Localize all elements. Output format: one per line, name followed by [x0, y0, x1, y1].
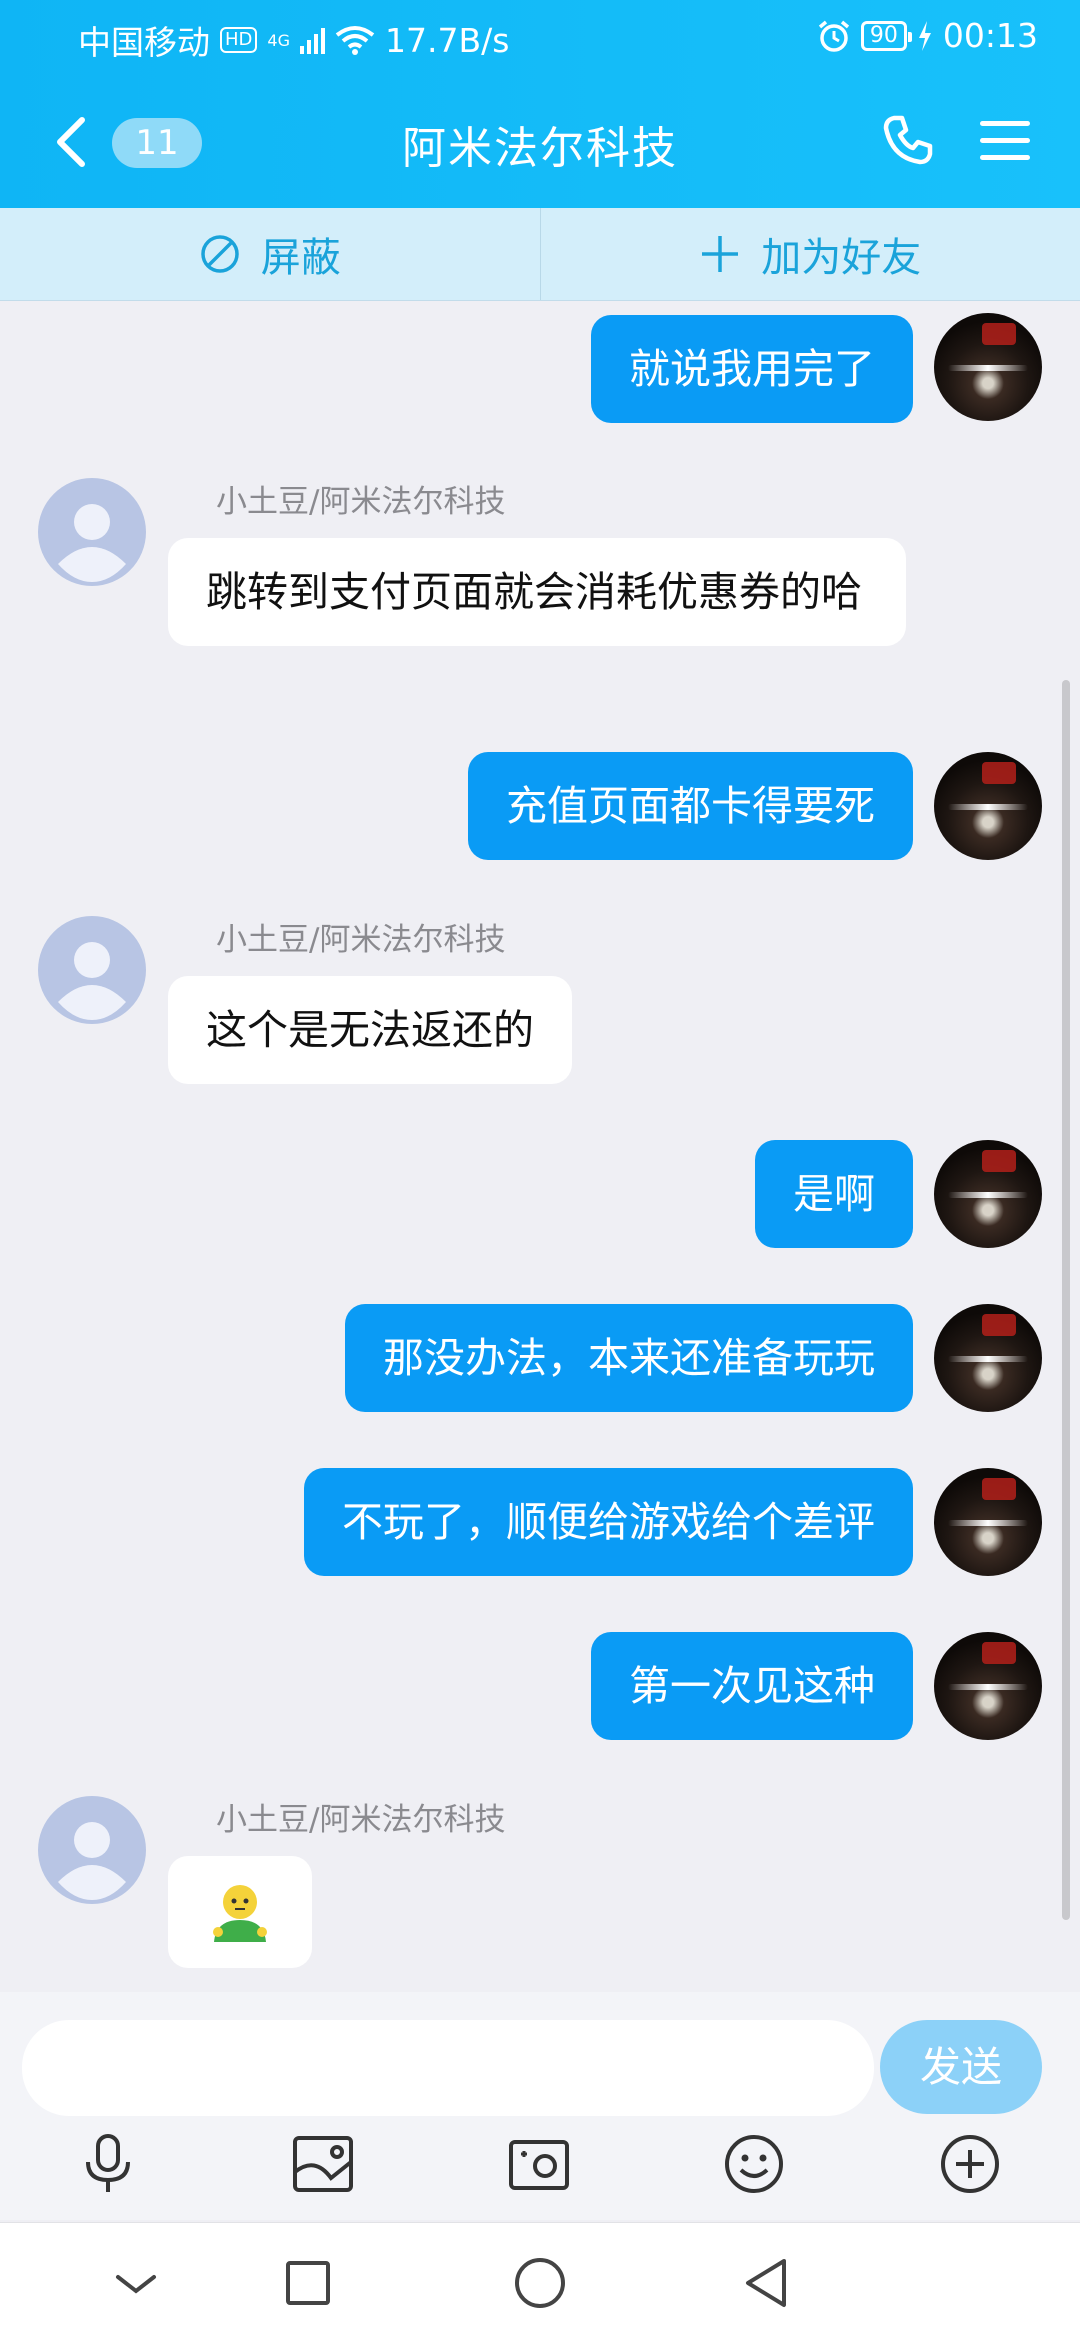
my-avatar[interactable]	[934, 752, 1042, 860]
contact-avatar[interactable]	[38, 916, 146, 1024]
carrier-label: 中国移动	[78, 16, 210, 64]
sender-name: 小土豆/阿米法尔科技	[216, 1794, 505, 1839]
incoming-message[interactable]: 跳转到支付页面就会消耗优惠券的哈	[168, 538, 906, 646]
clock: 00:13	[943, 16, 1038, 55]
incoming-message[interactable]: 这个是无法返还的	[168, 976, 572, 1084]
contact-avatar[interactable]	[38, 478, 146, 586]
network-type: 4G	[267, 31, 290, 50]
my-avatar[interactable]	[934, 1304, 1042, 1412]
alarm-icon	[817, 19, 851, 53]
menu-icon[interactable]	[978, 118, 1032, 164]
status-bar: 中国移动 HD 4G 17.7B/s 90 00:13	[0, 0, 1080, 72]
battery-icon: 90	[861, 21, 907, 51]
network-speed: 17.7B/s	[385, 21, 509, 60]
nav-bar: 11 阿米法尔科技	[0, 92, 1080, 192]
plus-icon	[699, 233, 741, 275]
emoji-icon[interactable]	[722, 2132, 786, 2196]
stranger-action-bar: 屏蔽 加为好友	[0, 208, 1080, 301]
more-plus-icon[interactable]	[938, 2132, 1002, 2196]
my-avatar[interactable]	[934, 313, 1042, 421]
add-friend-button[interactable]: 加为好友	[541, 208, 1080, 300]
wifi-icon	[335, 25, 375, 55]
incoming-sticker-message[interactable]	[168, 1856, 312, 1968]
my-avatar[interactable]	[934, 1468, 1042, 1576]
add-friend-label: 加为好友	[761, 225, 921, 283]
outgoing-message[interactable]: 第一次见这种	[591, 1632, 913, 1740]
back-triangle-icon[interactable]	[738, 2253, 798, 2313]
outgoing-message[interactable]: 那没办法，本来还准备玩玩	[345, 1304, 913, 1412]
outgoing-message[interactable]: 就说我用完了	[591, 315, 913, 423]
sender-name: 小土豆/阿米法尔科技	[216, 914, 505, 959]
input-area: 发送	[0, 1992, 1080, 2220]
phone-call-icon[interactable]	[880, 112, 936, 168]
home-circle-icon[interactable]	[510, 2253, 570, 2313]
contact-avatar[interactable]	[38, 1796, 146, 1904]
gallery-icon[interactable]	[291, 2132, 355, 2196]
system-navigation-bar	[0, 2222, 1080, 2341]
toolbar	[0, 2132, 1080, 2212]
outgoing-message[interactable]: 是啊	[755, 1140, 913, 1248]
message-input[interactable]	[22, 2020, 874, 2116]
send-button[interactable]: 发送	[880, 2020, 1042, 2114]
sender-name: 小土豆/阿米法尔科技	[216, 476, 505, 521]
camera-icon[interactable]	[507, 2132, 571, 2196]
outgoing-message[interactable]: 不玩了，顺便给游戏给个差评	[304, 1468, 913, 1576]
outgoing-message[interactable]: 充值页面都卡得要死	[468, 752, 913, 860]
block-icon	[199, 233, 241, 275]
block-button[interactable]: 屏蔽	[0, 208, 540, 300]
person-emoji-icon	[208, 1882, 272, 1944]
hd-icon: HD	[220, 27, 257, 53]
signal-icon	[300, 26, 325, 54]
recents-square-icon[interactable]	[278, 2253, 338, 2313]
microphone-icon[interactable]	[76, 2132, 140, 2196]
collapse-chevron-icon[interactable]	[106, 2253, 166, 2313]
charging-icon	[917, 21, 933, 51]
block-label: 屏蔽	[261, 225, 341, 283]
scrollbar[interactable]	[1062, 680, 1070, 1920]
my-avatar[interactable]	[934, 1140, 1042, 1248]
my-avatar[interactable]	[934, 1632, 1042, 1740]
top-header: 中国移动 HD 4G 17.7B/s 90 00:13 11 阿米法尔科技	[0, 0, 1080, 208]
